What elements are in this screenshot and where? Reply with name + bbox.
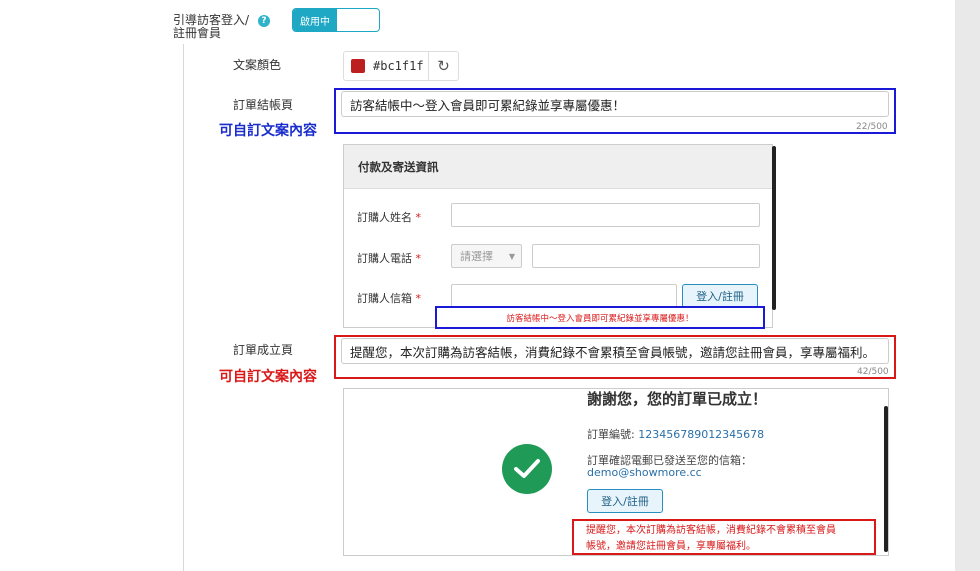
enable-toggle[interactable]: 啟用中 xyxy=(292,8,380,32)
buyer-name-label: 訂購人姓名 * xyxy=(357,209,421,225)
toggle-on-label: 啟用中 xyxy=(293,9,337,31)
order-guest-tip: 提醒您，本次訂購為訪客結帳，消費紀錄不會累積至會員 帳號，邀請您註冊會員，享專屬… xyxy=(572,519,876,555)
required-mark: * xyxy=(415,252,422,265)
buyer-phone-text: 訂購人電話 xyxy=(357,252,412,265)
checkout-login-button[interactable]: 登入/註冊 xyxy=(682,284,758,308)
checkout-page-label: 訂單結帳頁 xyxy=(233,98,294,112)
color-picker[interactable]: #bc1f1f ↻ xyxy=(343,51,459,81)
required-mark: * xyxy=(415,292,422,305)
guest-login-label: 引導訪客登入/ 註冊會員 xyxy=(173,14,249,40)
checkout-preview-scrollbar[interactable] xyxy=(772,146,776,310)
text-color-label: 文案顏色 xyxy=(233,58,282,72)
buyer-phone-input[interactable] xyxy=(532,244,760,268)
order-number-row: 訂單編號: 123456789012345678 xyxy=(587,426,764,442)
order-number-label: 訂單編號: xyxy=(587,428,639,441)
buyer-phone-label: 訂購人電話 * xyxy=(357,250,421,266)
buyer-email-label: 訂購人信箱 * xyxy=(357,290,421,306)
buyer-name-text: 訂購人姓名 xyxy=(357,211,412,224)
required-mark: * xyxy=(415,211,422,224)
checkout-annotation: 可自訂文案內容 xyxy=(219,123,317,139)
buyer-email-input[interactable] xyxy=(451,284,677,308)
order-char-counter: 42/500 xyxy=(857,367,889,377)
buyer-name-input[interactable] xyxy=(451,203,760,227)
guest-login-label-line2: 註冊會員 xyxy=(173,26,222,40)
order-text-input[interactable]: 提醒您，本次訂購為訪客結帳，消費紀錄不會累積至會員帳號，邀請您註冊會員，享專屬福… xyxy=(341,338,889,364)
order-page-label: 訂單成立頁 xyxy=(233,343,294,357)
order-login-button[interactable]: 登入/註冊 xyxy=(587,489,663,513)
order-preview-scrollbar[interactable] xyxy=(884,406,888,552)
checkout-char-counter: 22/500 xyxy=(856,122,888,132)
order-annotation: 可自訂文案內容 xyxy=(219,369,317,385)
page-scroll-track[interactable] xyxy=(955,0,980,571)
section-divider xyxy=(183,44,184,571)
check-circle-icon xyxy=(502,444,552,494)
order-number-value: 123456789012345678 xyxy=(638,428,765,441)
order-tip-line1: 提醒您，本次訂購為訪客結帳，消費紀錄不會累積至會員 xyxy=(586,525,836,536)
email-value: demo@showmore.cc xyxy=(587,466,702,479)
order-tip-line2: 帳號，邀請您註冊會員，享專屬福利。 xyxy=(586,541,756,552)
checkout-text-input[interactable]: 訪客結帳中～登入會員即可累紀錄並享專屬優惠！ xyxy=(341,91,889,117)
preview-header: 付款及寄送資訊 xyxy=(344,145,772,189)
color-hex-value: #bc1f1f xyxy=(373,59,424,73)
checkout-guest-tip: 訪客結帳中～登入會員即可累紀錄並享專屬優惠！ xyxy=(435,306,765,329)
color-swatch[interactable] xyxy=(351,59,365,73)
refresh-icon[interactable]: ↻ xyxy=(428,52,458,80)
buyer-email-text: 訂購人信箱 xyxy=(357,292,412,305)
checkmark-icon xyxy=(514,459,540,478)
chevron-down-icon: ▼ xyxy=(508,251,515,261)
phone-country-select[interactable]: 請選擇 ▼ xyxy=(451,244,522,268)
question-circle-icon[interactable]: ? xyxy=(258,15,270,27)
select-placeholder: 請選擇 xyxy=(460,250,493,263)
order-success-title: 謝謝您，您的訂單已成立！ xyxy=(587,390,768,408)
